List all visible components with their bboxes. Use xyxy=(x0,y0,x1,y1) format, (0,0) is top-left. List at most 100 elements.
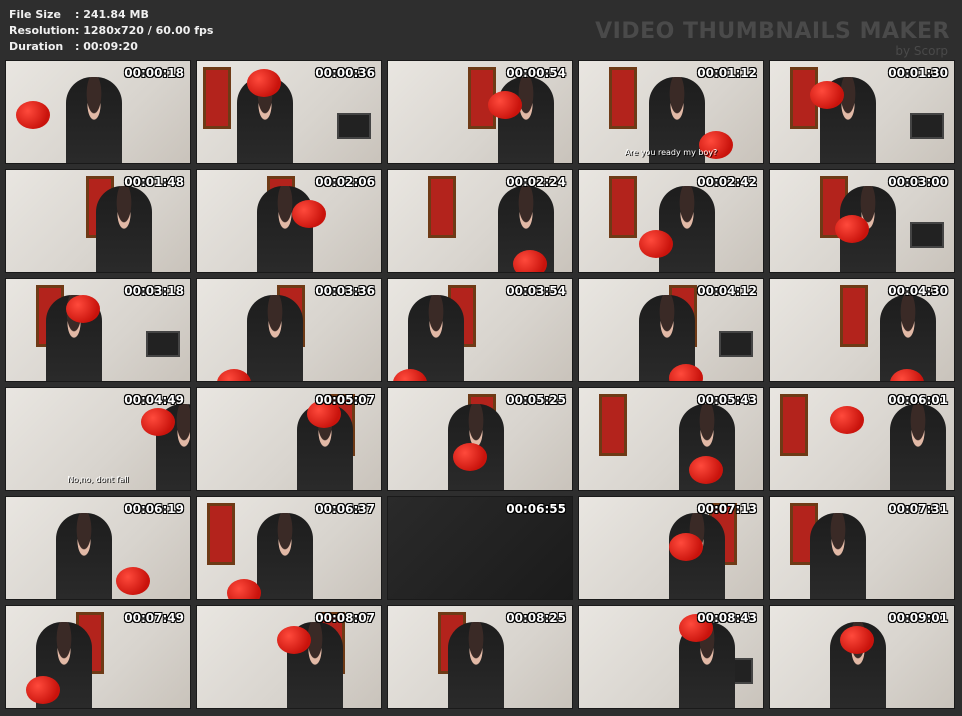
video-thumbnail[interactable]: 00:03:36 xyxy=(196,278,382,382)
wall-painting-image xyxy=(428,176,456,238)
boxing-glove-image xyxy=(669,533,703,561)
thumbnail-timestamp: 00:07:13 xyxy=(697,502,757,516)
video-thumbnail[interactable]: 00:04:49 No,no, dont fall xyxy=(5,387,191,491)
thumbnail-timestamp: 00:07:49 xyxy=(124,611,184,625)
video-thumbnail[interactable]: 00:06:19 xyxy=(5,496,191,600)
resolution-label: Resolution xyxy=(9,24,76,37)
video-thumbnail[interactable]: 00:03:18 xyxy=(5,278,191,382)
person-image xyxy=(257,513,313,599)
thumbnail-timestamp: 00:08:43 xyxy=(697,611,757,625)
thumbnail-timestamp: 00:04:12 xyxy=(697,284,757,298)
boxing-glove-image xyxy=(16,101,50,129)
person-image xyxy=(96,186,152,272)
thumbnail-timestamp: 00:05:07 xyxy=(315,393,375,407)
person-image xyxy=(659,186,715,272)
thumbnail-timestamp: 00:06:19 xyxy=(124,502,184,516)
thumbnail-timestamp: 00:09:01 xyxy=(888,611,948,625)
video-thumbnail[interactable]: 00:02:42 xyxy=(578,169,764,273)
video-thumbnail[interactable]: 00:02:24 xyxy=(387,169,573,273)
thumbnail-timestamp: 00:07:31 xyxy=(888,502,948,516)
boxing-glove-image xyxy=(830,406,864,434)
video-thumbnail[interactable]: 00:07:31 xyxy=(769,496,955,600)
video-thumbnail[interactable]: 00:07:49 xyxy=(5,605,191,709)
television-image xyxy=(910,113,944,139)
thumbnail-timestamp: 00:06:01 xyxy=(888,393,948,407)
duration-row: Duration : 00:09:20 xyxy=(9,39,213,55)
boxing-glove-image xyxy=(835,215,869,243)
wall-painting-image xyxy=(207,503,235,565)
boxing-glove-image xyxy=(513,250,547,272)
thumbnail-timestamp: 00:02:24 xyxy=(506,175,566,189)
brand-watermark: VIDEO THUMBNAILS MAKER by Scorp xyxy=(595,19,950,59)
thumbnail-timestamp: 00:00:36 xyxy=(315,66,375,80)
video-thumbnail[interactable]: 00:03:54 xyxy=(387,278,573,382)
wall-painting-image xyxy=(599,394,627,456)
video-thumbnail[interactable]: 00:04:12 xyxy=(578,278,764,382)
video-thumbnail[interactable]: 00:09:01 xyxy=(769,605,955,709)
boxing-glove-image xyxy=(141,408,175,436)
video-thumbnail[interactable]: 00:00:18 xyxy=(5,60,191,164)
thumbnail-timestamp: 00:01:30 xyxy=(888,66,948,80)
boxing-glove-image xyxy=(669,364,703,381)
boxing-glove-image xyxy=(689,456,723,484)
video-thumbnail[interactable]: 00:08:07 xyxy=(196,605,382,709)
video-thumbnail[interactable]: 00:08:25 xyxy=(387,605,573,709)
boxing-glove-image xyxy=(227,579,261,599)
thumbnail-grid: 00:00:18 00:00:36 00:00:54 00:01:12 Are you … xyxy=(5,60,957,712)
resolution-row: Resolution : 1280x720 / 60.00 fps xyxy=(9,23,213,39)
video-thumbnail[interactable]: 00:02:06 xyxy=(196,169,382,273)
boxing-glove-image xyxy=(217,369,251,381)
file-size-row: File Size : 241.84 MB xyxy=(9,7,213,23)
video-thumbnail[interactable]: 00:06:37 xyxy=(196,496,382,600)
person-image xyxy=(257,186,313,272)
thumbnail-timestamp: 00:02:42 xyxy=(697,175,757,189)
video-thumbnail[interactable]: 00:01:48 xyxy=(5,169,191,273)
person-image xyxy=(810,513,866,599)
boxing-glove-image xyxy=(26,676,60,704)
television-image xyxy=(337,113,371,139)
duration-value: : 00:09:20 xyxy=(75,40,138,53)
file-size-label: File Size xyxy=(9,8,61,21)
boxing-glove-image xyxy=(277,626,311,654)
thumbnail-timestamp: 00:03:18 xyxy=(124,284,184,298)
video-thumbnail[interactable]: 00:00:36 xyxy=(196,60,382,164)
wall-painting-image xyxy=(609,176,637,238)
video-thumbnail[interactable]: 00:01:30 xyxy=(769,60,955,164)
boxing-glove-image xyxy=(810,81,844,109)
thumbnail-timestamp: 00:04:30 xyxy=(888,284,948,298)
boxing-glove-image xyxy=(840,626,874,654)
file-size-value: : 241.84 MB xyxy=(75,8,149,21)
video-thumbnail[interactable]: 00:01:12 Are you ready my boy? xyxy=(578,60,764,164)
thumbnail-timestamp: 00:05:25 xyxy=(506,393,566,407)
video-thumbnail[interactable]: 00:05:25 xyxy=(387,387,573,491)
thumbnail-timestamp: 00:01:12 xyxy=(697,66,757,80)
thumbnail-timestamp: 00:03:00 xyxy=(888,175,948,189)
thumbnail-timestamp: 00:01:48 xyxy=(124,175,184,189)
video-thumbnail[interactable]: 00:04:30 xyxy=(769,278,955,382)
thumbnail-timestamp: 00:08:25 xyxy=(506,611,566,625)
person-image xyxy=(498,77,554,163)
wall-painting-image xyxy=(780,394,808,456)
boxing-glove-image xyxy=(453,443,487,471)
boxing-glove-image xyxy=(292,200,326,228)
boxing-glove-image xyxy=(116,567,150,595)
video-thumbnail[interactable]: 00:00:54 xyxy=(387,60,573,164)
thumbnail-timestamp: 00:06:55 xyxy=(506,502,566,516)
boxing-glove-image xyxy=(639,230,673,258)
person-image xyxy=(890,404,946,490)
video-thumbnail[interactable]: 00:05:07 xyxy=(196,387,382,491)
thumbnail-caption: No,no, dont fall xyxy=(67,475,129,484)
television-image xyxy=(719,331,753,357)
thumbnail-timestamp: 00:04:49 xyxy=(124,393,184,407)
video-thumbnail[interactable]: 00:03:00 xyxy=(769,169,955,273)
video-thumbnail[interactable]: 00:06:55 xyxy=(387,496,573,600)
brand-title: VIDEO THUMBNAILS MAKER xyxy=(595,19,950,44)
video-thumbnail[interactable]: 00:08:43 xyxy=(578,605,764,709)
person-image xyxy=(448,622,504,708)
boxing-glove-image xyxy=(488,91,522,119)
thumbnail-timestamp: 00:03:36 xyxy=(315,284,375,298)
video-thumbnail[interactable]: 00:07:13 xyxy=(578,496,764,600)
video-thumbnail[interactable]: 00:05:43 xyxy=(578,387,764,491)
video-thumbnail[interactable]: 00:06:01 xyxy=(769,387,955,491)
brand-subtitle: by Scorp xyxy=(895,44,948,58)
